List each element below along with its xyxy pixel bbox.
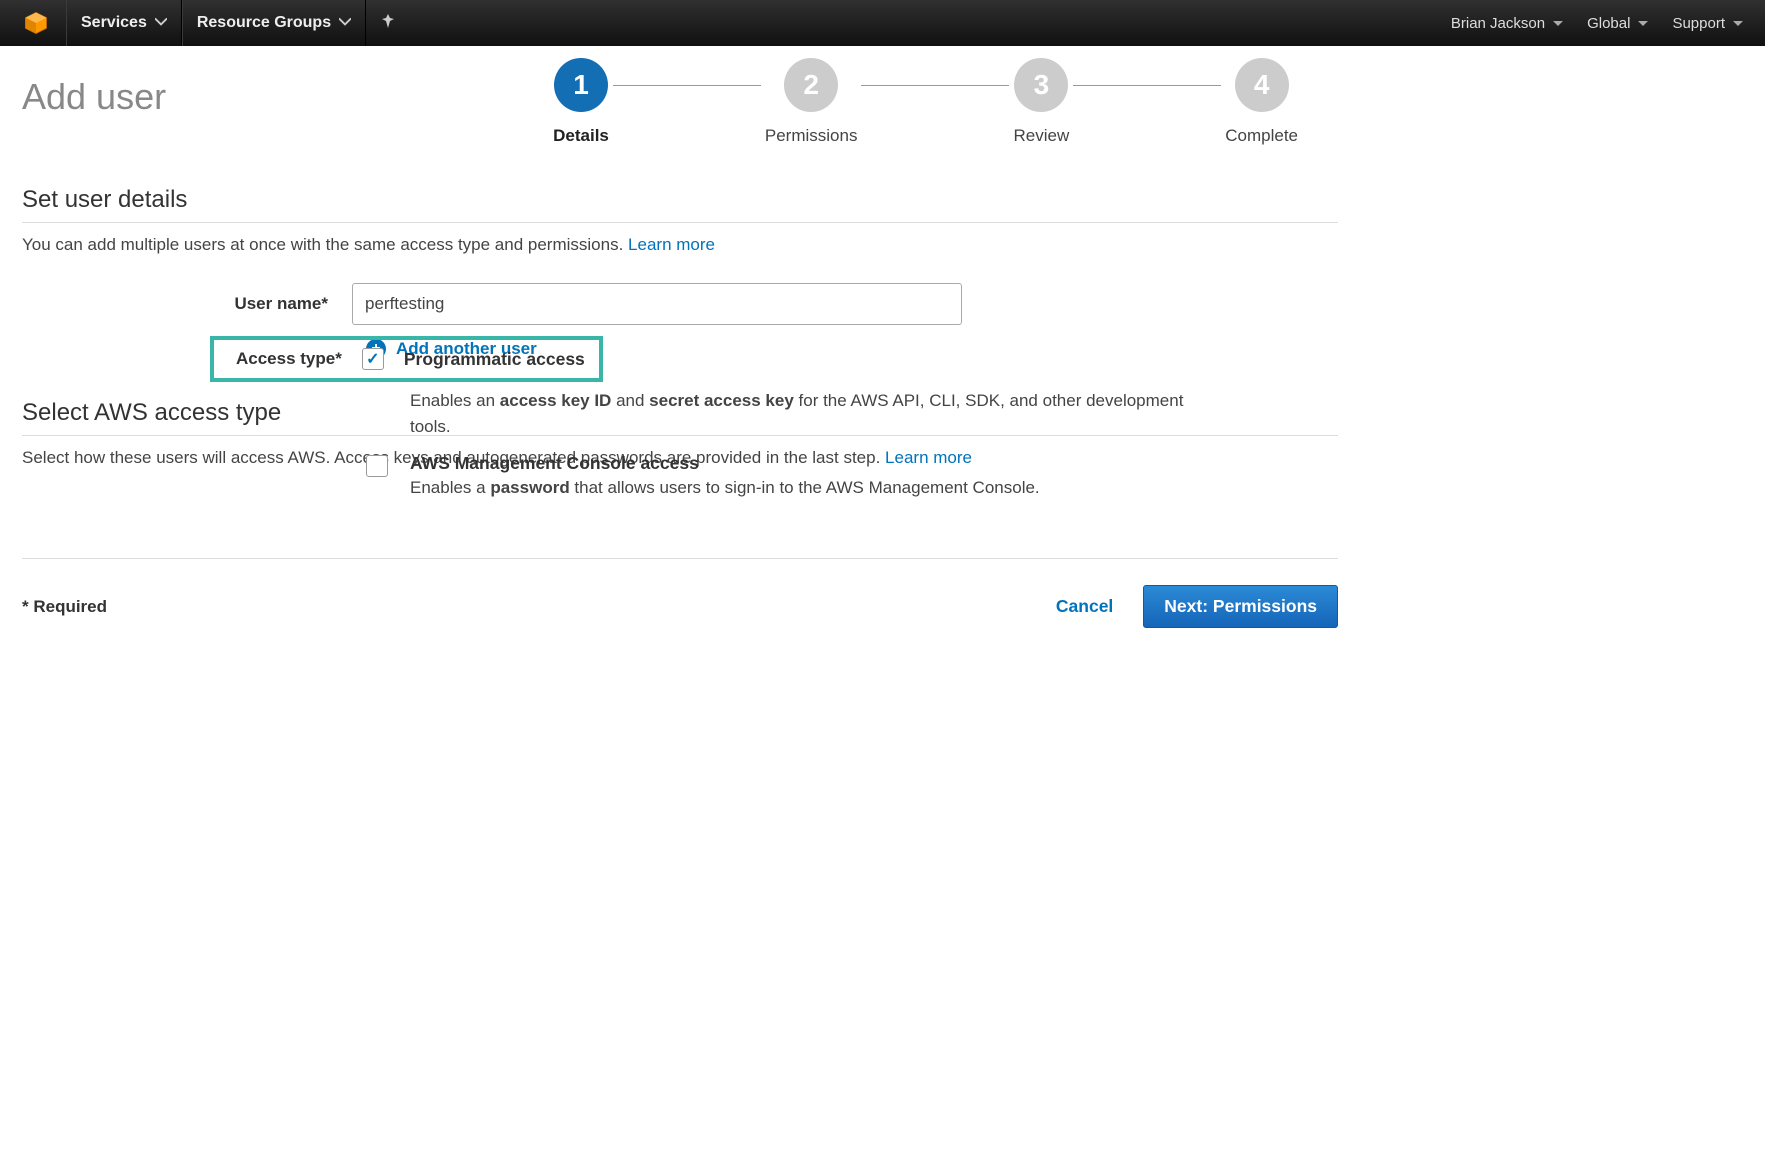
nav-resource-groups-label: Resource Groups: [197, 14, 331, 32]
caret-down-icon: [1638, 15, 1648, 32]
caret-down-icon: [1733, 15, 1743, 32]
access-type-highlight-box: Access type* Programmatic access: [210, 336, 603, 382]
checkbox-programmatic-access[interactable]: [362, 348, 384, 370]
wizard-step-review: 3 Review: [1013, 58, 1069, 146]
nav-support-label: Support: [1672, 15, 1725, 32]
learn-more-link[interactable]: Learn more: [628, 235, 715, 254]
section-user-heading: Set user details: [22, 186, 1338, 223]
step-circle-3: 3: [1014, 58, 1068, 112]
section-user-desc: You can add multiple users at once with …: [22, 235, 1338, 255]
nav-account-label: Brian Jackson: [1451, 15, 1545, 32]
step-circle-4: 4: [1235, 58, 1289, 112]
caret-down-icon: [339, 14, 351, 32]
nav-resource-groups[interactable]: Resource Groups: [182, 0, 366, 46]
wizard-step-details: 1 Details: [553, 58, 609, 146]
checkbox-console-access[interactable]: [366, 455, 388, 477]
step-label-4: Complete: [1225, 126, 1298, 146]
wizard-connector: [861, 85, 1009, 86]
next-permissions-button[interactable]: Next: Permissions: [1143, 585, 1338, 628]
username-input[interactable]: [352, 283, 962, 325]
aws-logo-icon[interactable]: [22, 9, 54, 37]
page-title: Add user: [22, 76, 166, 118]
step-label-1: Details: [553, 126, 609, 146]
nav-region-label: Global: [1587, 15, 1630, 32]
cancel-button[interactable]: Cancel: [1038, 586, 1131, 627]
nav-region[interactable]: Global: [1575, 0, 1660, 46]
option-console-title: AWS Management Console access: [410, 453, 1040, 474]
section-user-details: Set user details You can add multiple us…: [22, 186, 1338, 359]
step-label-3: Review: [1013, 126, 1069, 146]
access-type-label: Access type*: [236, 349, 342, 369]
nav-account[interactable]: Brian Jackson: [1439, 0, 1575, 46]
step-circle-2: 2: [784, 58, 838, 112]
wizard-step-permissions: 2 Permissions: [765, 58, 858, 146]
top-navbar: Services Resource Groups Brian Jackson G…: [0, 0, 1765, 46]
option-programmatic-desc: Enables an access key ID and secret acce…: [410, 388, 1190, 439]
option-programmatic-title: Programmatic access: [404, 349, 585, 370]
nav-support[interactable]: Support: [1660, 0, 1755, 46]
wizard-steps: 1 Details 2 Permissions 3 Review 4 Compl…: [553, 58, 1338, 146]
step-label-2: Permissions: [765, 126, 858, 146]
step-circle-1: 1: [554, 58, 608, 112]
nav-services[interactable]: Services: [66, 0, 182, 46]
section-user-desc-text: You can add multiple users at once with …: [22, 235, 628, 254]
nav-services-label: Services: [81, 14, 147, 32]
required-note: * Required: [22, 597, 107, 617]
wizard-connector: [1073, 85, 1221, 86]
pin-icon[interactable]: [366, 13, 410, 34]
username-label: User name*: [22, 294, 352, 314]
wizard-connector: [613, 85, 761, 86]
caret-down-icon: [1553, 15, 1563, 32]
wizard-step-complete: 4 Complete: [1225, 58, 1298, 146]
caret-down-icon: [155, 14, 167, 32]
option-console-desc: Enables a password that allows users to …: [410, 478, 1040, 498]
